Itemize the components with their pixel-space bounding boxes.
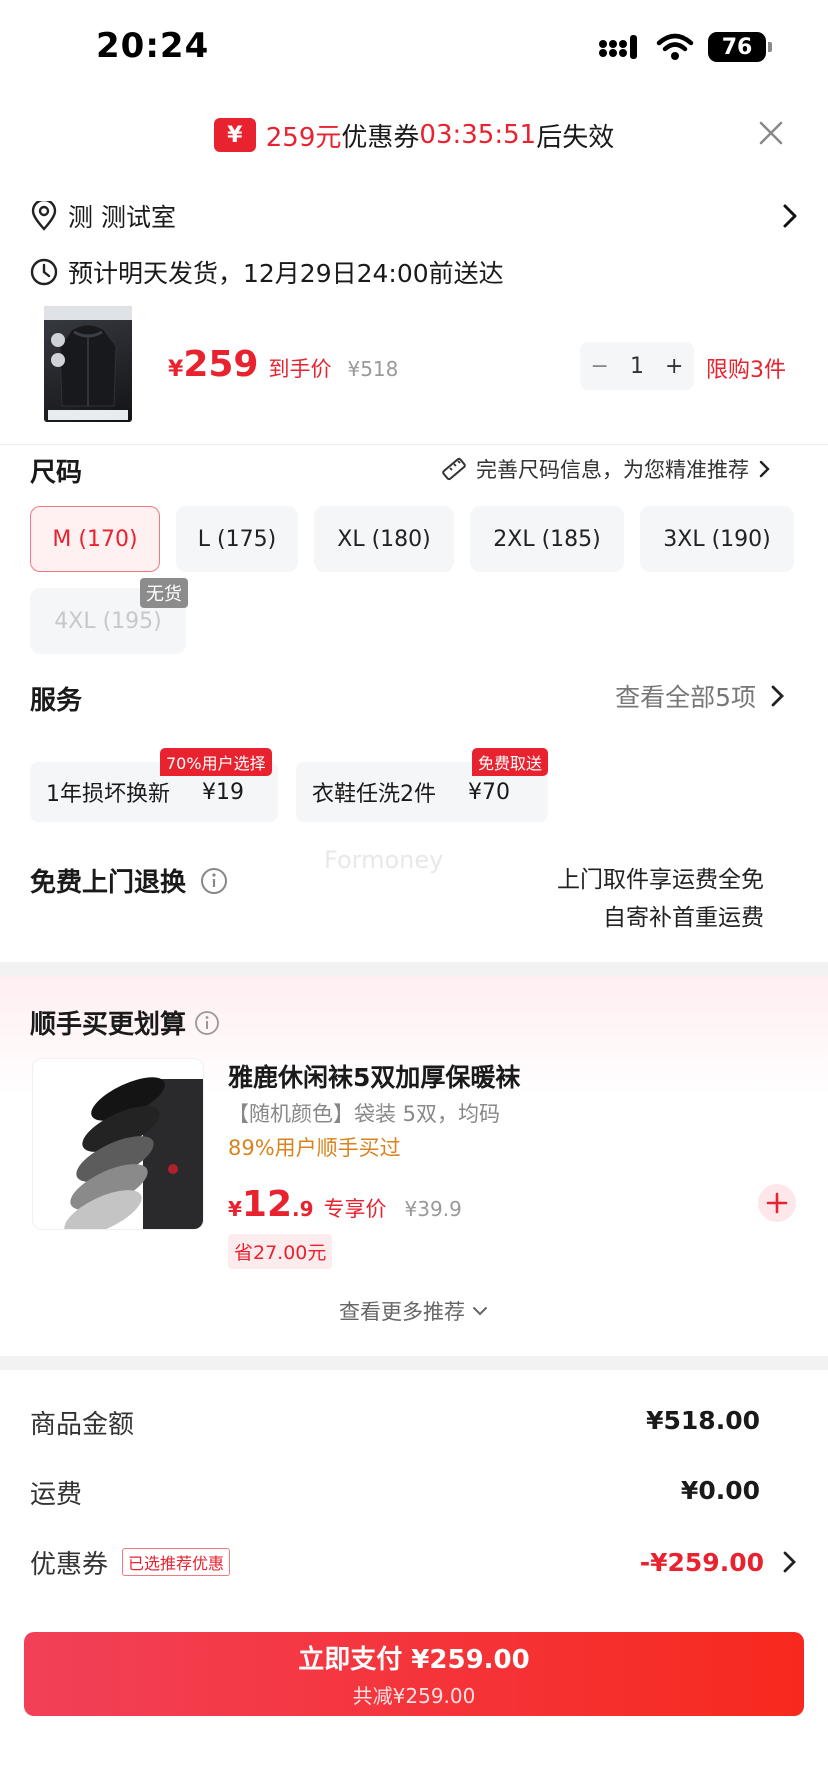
size-title: 尺码 xyxy=(30,458,83,488)
pay-now-label: 立即支付 ¥259.00 xyxy=(298,1645,530,1675)
pay-now-sub: 共减¥259.00 xyxy=(352,1684,476,1708)
close-icon[interactable] xyxy=(756,118,786,148)
free-return-line2: 自寄补首重运费 xyxy=(603,905,764,931)
price-dec: .9 xyxy=(292,1197,314,1221)
product-thumbnail[interactable] xyxy=(44,306,132,422)
product-price-block: ¥ 259 到手价 ¥518 xyxy=(168,344,398,385)
price-int: 12 xyxy=(241,1184,293,1225)
service-name: 1年损坏换新 xyxy=(46,782,170,807)
recommend-item-spec: 【随机颜色】袋装 5双，均码 xyxy=(228,1102,501,1126)
chevron-down-icon xyxy=(473,1307,487,1316)
delivery-text: 预计明天发货，12月29日24:00前送达 xyxy=(68,259,504,288)
recommend-header: 顺手买更划算 xyxy=(30,1004,220,1041)
pay-now-button[interactable]: 立即支付 ¥259.00 共减¥259.00 xyxy=(24,1632,804,1716)
increase-button[interactable]: + xyxy=(665,354,683,379)
free-return-title: 免费上门退换 xyxy=(30,868,187,898)
original-price: ¥518 xyxy=(347,357,399,381)
bill-coupon-value: -¥259.00 xyxy=(639,1547,764,1577)
size-option-2xl[interactable]: 2XL (185) xyxy=(470,506,624,572)
coupon-suffix: 后失效 xyxy=(536,122,615,153)
coupon-amount: 259元 xyxy=(265,122,342,153)
coupon-text: 优惠券 xyxy=(341,122,420,153)
service-view-all[interactable]: 查看全部5项 xyxy=(615,678,788,714)
size-option-m[interactable]: M (170) xyxy=(30,506,160,572)
save-badge: 省27.00元 xyxy=(228,1234,333,1269)
size-guide-link[interactable]: 完善尺码信息，为您精准推荐 xyxy=(440,454,773,484)
plus-icon xyxy=(766,1192,788,1214)
coupon-icon: ¥ xyxy=(213,118,256,152)
out-of-stock-badge: 无货 xyxy=(140,578,188,608)
coupon-expiry-banner: ¥ 259元 优惠券 03:35:51 后失效 xyxy=(0,112,828,158)
size-option-l[interactable]: L (175) xyxy=(176,506,298,572)
jacket-image xyxy=(44,306,132,420)
chevron-right-icon xyxy=(771,685,784,707)
coupon-countdown: 03:35:51 xyxy=(419,120,537,150)
view-more-text: 查看更多推荐 xyxy=(339,1300,465,1324)
battery-indicator: 76 xyxy=(708,32,772,62)
chevron-right-icon xyxy=(783,204,797,228)
address-row[interactable]: 测 测试室 xyxy=(30,196,800,236)
decrease-button[interactable]: − xyxy=(591,354,609,379)
delivery-row: 预计明天发货，12月29日24:00前送达 xyxy=(30,252,504,292)
service-name: 衣鞋任洗2件 xyxy=(312,782,436,807)
free-return-line1: 上门取件享运费全免 xyxy=(557,867,764,893)
status-time: 20:24 xyxy=(96,26,210,66)
purchase-limit: 限购3件 xyxy=(706,358,786,383)
socks-product-image[interactable] xyxy=(32,1058,204,1230)
bill-coupon-label: 优惠券 xyxy=(30,1549,109,1580)
section-gap xyxy=(0,962,828,976)
socks-image xyxy=(64,1077,203,1229)
service-tag: 70%用户选择 xyxy=(160,748,272,776)
recommend-item-social: 89%用户顺手买过 xyxy=(228,1136,401,1160)
price-label: 专享价 xyxy=(323,1197,387,1221)
clock-icon xyxy=(30,258,58,286)
size-option-3xl[interactable]: 3XL (190) xyxy=(640,506,794,572)
service-price: ¥19 xyxy=(202,779,244,805)
wifi-icon xyxy=(656,33,694,60)
bill-shipping-label: 运费 xyxy=(30,1480,83,1510)
quantity-stepper: − 1 + xyxy=(580,342,694,390)
chevron-right-icon xyxy=(759,460,770,478)
recommend-item-price: ¥ 12 .9 专享价 ¥39.9 xyxy=(228,1184,462,1225)
service-price: ¥70 xyxy=(468,779,510,805)
service-tag: 免费取送 xyxy=(472,748,549,776)
info-icon[interactable] xyxy=(200,867,228,895)
bill-coupon-row[interactable]: 优惠券 已选推荐优惠 -¥259.00 xyxy=(30,1542,800,1582)
bill-goods-label: 商品金额 xyxy=(30,1410,135,1440)
quantity-value[interactable]: 1 xyxy=(630,354,644,379)
size-option-xl[interactable]: XL (180) xyxy=(314,506,454,572)
bill-shipping-value: ¥0.00 xyxy=(680,1476,760,1505)
ruler-icon xyxy=(442,457,466,481)
price-symbol: ¥ xyxy=(168,357,184,382)
original-price: ¥39.9 xyxy=(404,1197,462,1221)
section-gap xyxy=(0,1356,828,1370)
price-symbol: ¥ xyxy=(228,1197,242,1221)
bill-goods-value: ¥518.00 xyxy=(646,1406,760,1435)
status-icons: 76 xyxy=(598,32,772,62)
recommend-item-name[interactable]: 雅鹿休闲袜5双加厚保暖袜 xyxy=(228,1058,520,1094)
service-view-all-text: 查看全部5项 xyxy=(615,683,756,712)
add-to-order-button[interactable] xyxy=(758,1184,796,1222)
view-more-recommend[interactable]: 查看更多推荐 xyxy=(0,1296,828,1326)
free-return-row[interactable]: 免费上门退换 xyxy=(30,862,228,899)
watermark: Formoney xyxy=(324,846,444,874)
price-label: 到手价 xyxy=(268,357,332,381)
divider xyxy=(0,444,828,445)
service-title: 服务 xyxy=(30,686,83,716)
recommend-title: 顺手买更划算 xyxy=(30,1010,187,1040)
product-price: 259 xyxy=(183,344,259,385)
info-icon[interactable] xyxy=(194,1010,220,1036)
coupon-selected-badge: 已选推荐优惠 xyxy=(122,1548,231,1576)
address-text: 测 测试室 xyxy=(68,203,176,232)
location-pin-icon xyxy=(31,201,57,231)
chevron-right-icon xyxy=(783,1551,796,1573)
cellular-signal-icon xyxy=(599,35,637,59)
size-guide-text: 完善尺码信息，为您精准推荐 xyxy=(476,458,749,482)
